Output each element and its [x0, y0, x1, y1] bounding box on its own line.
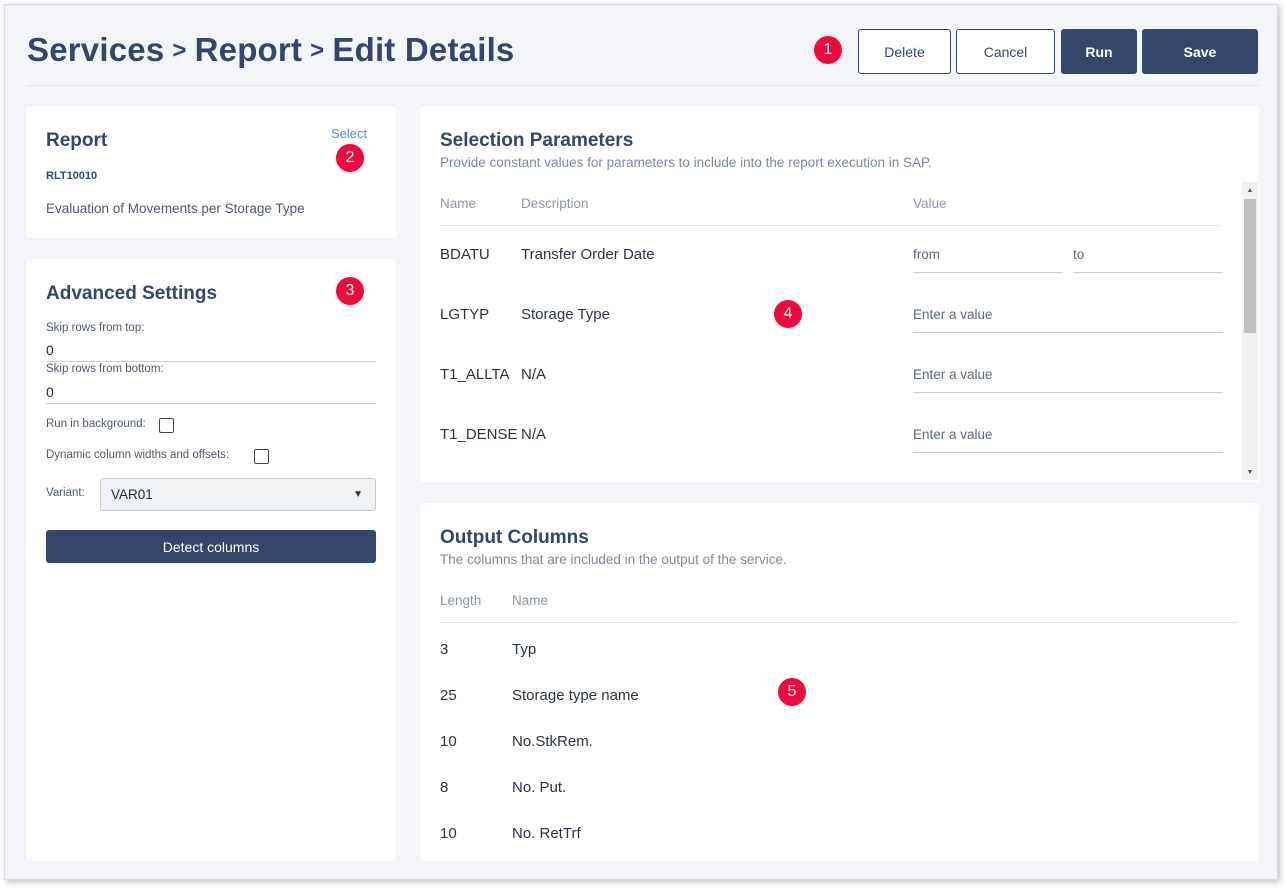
dense-input[interactable]: Enter a value	[913, 427, 993, 442]
advanced-settings-card: Advanced Settings 3 Skip rows from top: …	[26, 259, 396, 861]
breadcrumb-separator: >	[172, 37, 187, 64]
param-description: N/A	[521, 426, 547, 443]
column-name: Typ	[512, 641, 537, 658]
skip-bottom-input[interactable]: 0	[46, 384, 54, 400]
column-length: 3	[440, 641, 449, 658]
page-title: Services > Report > Edit Details	[27, 31, 515, 69]
breadcrumb-edit-details: Edit Details	[332, 31, 515, 68]
header-divider	[27, 85, 1259, 86]
breadcrumb-report[interactable]: Report	[195, 31, 303, 68]
variant-label: Variant:	[46, 487, 85, 499]
date-to-underline	[1073, 272, 1223, 273]
variant-value: VAR01	[111, 487, 153, 502]
col-header-length: Length	[440, 593, 482, 608]
cancel-button[interactable]: Cancel	[956, 29, 1055, 74]
param-name: LGTYP	[440, 306, 490, 323]
report-card: Report Select 2 RLT10010 Evaluation of M…	[26, 106, 396, 238]
breadcrumb-separator: >	[310, 37, 325, 64]
run-background-label: Run in background:	[46, 418, 146, 430]
dynamic-columns-checkbox[interactable]	[254, 449, 269, 464]
col-header-name: Name	[440, 196, 477, 211]
dynamic-columns-label: Dynamic column widths and offsets:	[46, 449, 230, 461]
column-length: 8	[440, 779, 449, 796]
advanced-settings-title: Advanced Settings	[46, 283, 218, 304]
annotation-badge-3: 3	[335, 276, 365, 306]
param-description: Transfer Order Date	[521, 246, 655, 263]
allta-underline	[913, 392, 1223, 393]
column-length: 25	[440, 687, 457, 704]
skip-top-underline	[46, 361, 376, 362]
run-background-checkbox[interactable]	[159, 418, 174, 433]
param-name: T1_DENSE	[440, 426, 518, 443]
table-header-divider	[440, 225, 1221, 226]
date-from-input[interactable]: from	[913, 247, 940, 262]
col-header-name: Name	[512, 593, 549, 608]
column-name: No. RetTrf	[512, 825, 581, 842]
breadcrumb-services[interactable]: Services	[27, 31, 164, 68]
column-name: No. Put.	[512, 779, 567, 796]
storage-type-underline	[913, 332, 1223, 333]
column-name: No.StkRem.	[512, 733, 593, 750]
skip-top-input[interactable]: 0	[46, 342, 54, 358]
annotation-badge-1: 1	[813, 35, 843, 65]
column-length: 10	[440, 825, 457, 842]
skip-top-label: Skip rows from top:	[46, 322, 145, 334]
output-columns-subtitle: The columns that are included in the out…	[440, 552, 787, 567]
output-columns-title: Output Columns	[440, 527, 589, 548]
selection-parameters-subtitle: Provide constant values for parameters t…	[440, 155, 933, 170]
storage-type-input[interactable]: Enter a value	[913, 307, 993, 322]
param-description: N/A	[521, 366, 547, 383]
table-header-divider	[440, 622, 1238, 623]
scroll-up-icon[interactable]: ▲	[1242, 182, 1258, 198]
select-report-link[interactable]: Select	[331, 126, 367, 141]
col-header-description: Description	[521, 196, 589, 211]
annotation-badge-2: 2	[335, 143, 365, 173]
column-length: 10	[440, 733, 457, 750]
date-to-input[interactable]: to	[1073, 247, 1084, 262]
annotation-badge-5: 5	[777, 677, 807, 707]
param-name: T1_ALLTA	[440, 366, 510, 383]
column-name: Storage type name	[512, 687, 639, 704]
report-description: Evaluation of Movements per Storage Type	[46, 201, 305, 216]
date-from-underline	[913, 272, 1063, 273]
output-columns-card: Output Columns The columns that are incl…	[420, 503, 1259, 861]
annotation-badge-4: 4	[773, 299, 803, 329]
param-name: BDATU	[440, 246, 490, 263]
app-window: Services > Report > Edit Details 1 Delete Ca…	[4, 4, 1278, 880]
report-code: RLT10010	[46, 170, 98, 182]
allta-input[interactable]: Enter a value	[913, 367, 993, 382]
selection-parameters-card: Selection Parameters Provide constant va…	[420, 106, 1259, 482]
selection-parameters-title: Selection Parameters	[440, 130, 634, 151]
skip-bottom-label: Skip rows from bottom:	[46, 363, 164, 375]
chevron-down-icon: ▼	[353, 489, 363, 500]
run-button[interactable]: Run	[1061, 29, 1137, 74]
col-header-value: Value	[913, 196, 947, 211]
scrollbar-thumb[interactable]	[1244, 199, 1256, 333]
report-card-title: Report	[46, 130, 108, 151]
skip-bottom-underline	[46, 403, 376, 404]
save-button[interactable]: Save	[1142, 29, 1258, 74]
variant-select[interactable]: VAR01 ▼	[100, 478, 376, 511]
delete-button[interactable]: Delete	[858, 29, 951, 74]
detect-columns-button[interactable]: Detect columns	[46, 530, 376, 563]
dense-underline	[913, 452, 1223, 453]
param-description: Storage Type	[521, 306, 610, 323]
scroll-down-icon[interactable]: ▼	[1242, 464, 1258, 480]
